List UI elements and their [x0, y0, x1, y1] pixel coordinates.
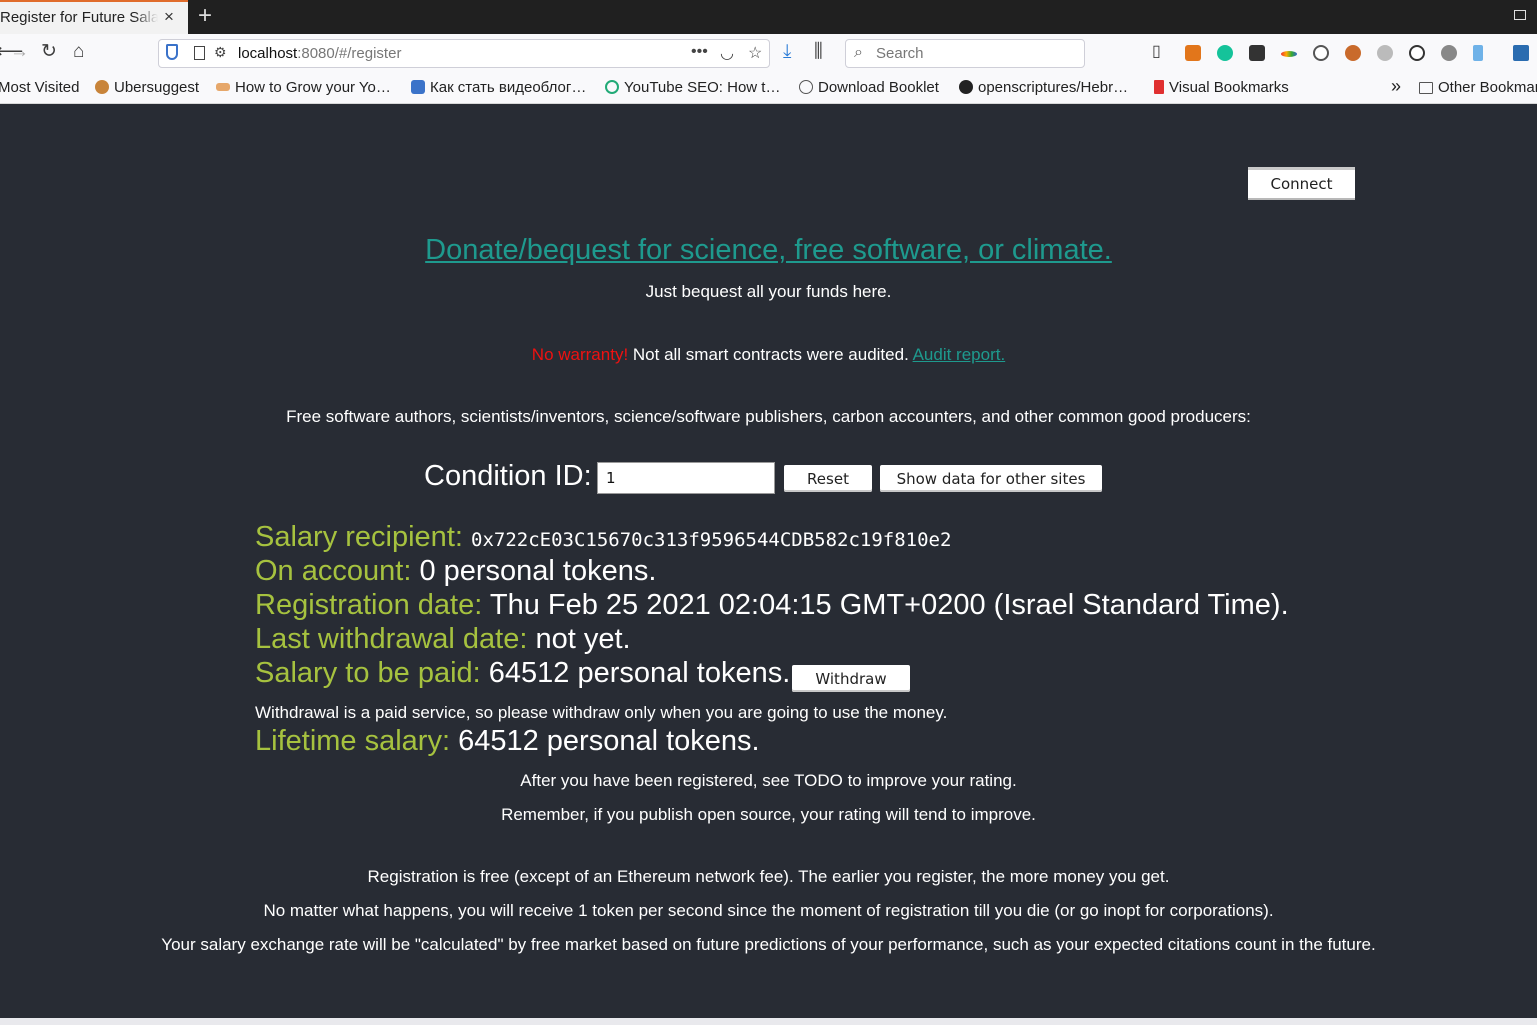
withdraw-button[interactable]: Withdraw — [792, 665, 910, 692]
no-warranty-text: No warranty! — [531, 345, 629, 364]
withdraw-note: Withdrawal is a paid service, so please … — [255, 703, 948, 722]
lifetime-salary-value: 64512 personal tokens. — [458, 725, 760, 757]
condition-row: Condition ID: 1 Reset Show data for othe… — [0, 460, 1537, 496]
bookmark-star-icon[interactable]: ☆ — [748, 43, 762, 63]
home-icon[interactable]: ⌂ — [73, 42, 84, 62]
on-account-row: On account: 0 personal tokens. — [255, 554, 656, 588]
todo-text: After you have been registered, see TODO… — [520, 771, 1017, 790]
cookie-icon[interactable] — [1345, 45, 1361, 61]
bookmark-most-visited[interactable]: Most Visited — [0, 79, 79, 96]
tracking-protection-icon[interactable] — [166, 44, 178, 60]
condition-id-input[interactable]: 1 — [597, 462, 775, 494]
address-bar[interactable]: ⚙ localhost:8080/#/register ••• ◡ ☆ — [158, 39, 770, 68]
k-icon[interactable] — [1377, 45, 1393, 61]
library-icon[interactable]: ⫼ — [814, 42, 823, 62]
page-actions-icon[interactable]: ••• — [691, 43, 708, 61]
navigation-toolbar: ⟵ → ↻ ⌂ ⚙ localhost:8080/#/register ••• … — [0, 34, 1537, 74]
bookmarks-overflow-icon[interactable]: » — [1391, 76, 1401, 97]
globe-extension-icon[interactable] — [1441, 45, 1457, 61]
bequest-text: Just bequest all your funds here. — [645, 282, 892, 301]
extension-icon[interactable] — [1249, 45, 1265, 61]
lifetime-salary-label: Lifetime salary: — [255, 725, 451, 757]
pocket-icon[interactable]: ◡ — [720, 43, 734, 63]
tab-bar: Register for Future Salary × + — [0, 0, 1537, 34]
warranty-line: No warranty! Not all smart contracts wer… — [0, 345, 1537, 365]
search-icon: ⌕ — [854, 44, 863, 61]
circle-icon — [605, 80, 619, 94]
grammarly-icon[interactable] — [1217, 45, 1233, 61]
url-host: localhost — [238, 45, 298, 62]
metamask-icon[interactable] — [1185, 45, 1201, 61]
lifetime-salary-row: Lifetime salary: 64512 personal tokens. — [255, 724, 760, 758]
condition-id-label: Condition ID: — [424, 460, 592, 492]
new-tab-button[interactable]: + — [198, 2, 212, 30]
close-tab-icon[interactable]: × — [164, 7, 174, 27]
w-icon — [411, 80, 425, 94]
active-tab[interactable]: Register for Future Salary × — [0, 0, 188, 34]
reset-button[interactable]: Reset — [784, 465, 872, 492]
bookmark-videoblog[interactable]: Как стать видеоблог… — [411, 79, 586, 96]
page-info-icon[interactable] — [194, 46, 205, 60]
open-source-text: Remember, if you publish open source, yo… — [501, 805, 1036, 824]
bookmark-other[interactable]: Other Bookmarks — [1419, 79, 1537, 96]
registration-date-label: Registration date: — [255, 589, 483, 621]
warranty-text: Not all smart contracts were audited. — [628, 345, 913, 364]
salary-recipient-label: Salary recipient: — [255, 521, 463, 553]
donate-link[interactable]: Donate/bequest for science, free softwar… — [425, 234, 1112, 266]
window-bottom-edge — [0, 1018, 1537, 1025]
window-restore-icon[interactable] — [1514, 10, 1526, 20]
url-path: :8080/#/register — [297, 45, 402, 62]
globe-icon — [799, 80, 813, 94]
bookmark-visual-bookmarks[interactable]: Visual Bookmarks — [1154, 79, 1289, 96]
bookmark-youtube-seo[interactable]: YouTube SEO: How t… — [605, 79, 780, 96]
show-data-button[interactable]: Show data for other sites — [880, 465, 1102, 492]
page-content: Connect Donate/bequest for science, free… — [0, 104, 1537, 1018]
last-withdrawal-value: not yet. — [535, 623, 631, 655]
more-extensions-icon[interactable] — [1513, 45, 1529, 61]
salary-to-pay-label: Salary to be paid: — [255, 657, 481, 689]
color-arc-icon[interactable] — [1281, 51, 1297, 57]
connect-button[interactable]: Connect — [1248, 167, 1355, 200]
sidebar-icon[interactable]: ▯ — [1152, 42, 1161, 62]
ubersuggest-icon — [95, 80, 109, 94]
audit-report-link[interactable]: Audit report. — [913, 345, 1006, 364]
salary-to-pay-row: Salary to be paid: 64512 personal tokens… — [255, 656, 790, 690]
url-text[interactable]: localhost:8080/#/register — [238, 45, 401, 62]
permissions-icon[interactable]: ⚙ — [214, 44, 227, 61]
on-account-label: On account: — [255, 555, 412, 587]
bookmark-grow-youtube[interactable]: How to Grow your Yo… — [216, 79, 391, 96]
bookmark-openscriptures[interactable]: openscriptures/Hebr… — [959, 79, 1128, 96]
clip-icon[interactable] — [1473, 45, 1483, 61]
registration-free-text: Registration is free (except of an Ether… — [367, 867, 1170, 886]
forward-icon[interactable]: → — [10, 42, 29, 62]
search-placeholder: Search — [876, 45, 924, 62]
exchange-rate-text: Your salary exchange rate will be "calcu… — [161, 935, 1376, 954]
last-withdrawal-label: Last withdrawal date: — [255, 623, 528, 655]
registration-date-row: Registration date: Thu Feb 25 2021 02:04… — [255, 588, 1289, 622]
account-icon[interactable] — [1313, 45, 1329, 61]
github-icon — [959, 80, 973, 94]
token-rate-text: No matter what happens, you will receive… — [263, 901, 1274, 920]
salary-recipient-address: 0x722cE03C15670c313f9596544CDB582c19f810… — [471, 529, 952, 551]
bookmark-ubersuggest[interactable]: Ubersuggest — [95, 79, 199, 96]
bookmark-download-booklet[interactable]: Download Booklet — [799, 79, 939, 96]
bookmark-icon — [1154, 80, 1164, 94]
search-bar[interactable]: ⌕ Search — [845, 39, 1085, 68]
registration-date-value: Thu Feb 25 2021 02:04:15 GMT+0200 (Israe… — [489, 589, 1289, 621]
a-icon[interactable] — [1409, 45, 1425, 61]
on-account-value: 0 personal tokens. — [419, 555, 657, 587]
downloads-icon[interactable]: ⤓ — [783, 42, 791, 62]
bookmark-icon — [216, 83, 230, 91]
salary-to-pay-value: 64512 personal tokens. — [488, 657, 791, 689]
donate-heading: Donate/bequest for science, free softwar… — [0, 234, 1537, 267]
audience-text: Free software authors, scientists/invent… — [286, 407, 1251, 426]
bookmarks-toolbar: Most Visited Ubersuggest How to Grow you… — [0, 74, 1537, 104]
last-withdrawal-row: Last withdrawal date: not yet. — [255, 622, 631, 656]
reload-icon[interactable]: ↻ — [41, 42, 57, 62]
folder-icon — [1419, 82, 1433, 94]
tab-title: Register for Future Salary — [0, 9, 158, 26]
salary-recipient-row: Salary recipient: 0x722cE03C15670c313f95… — [255, 520, 951, 557]
